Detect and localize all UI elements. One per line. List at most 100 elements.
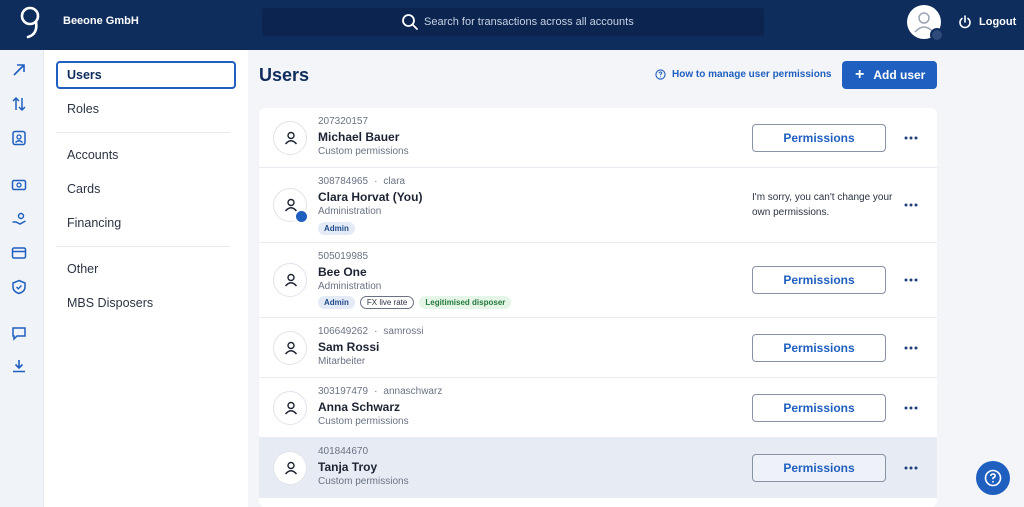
add-user-label: Add user [873, 68, 926, 82]
main-content: Users How to manage user permissions + A… [248, 50, 1024, 507]
legitimised-disposer-badge: Legitimised disposer [419, 296, 512, 309]
user-id: 308784965 [318, 176, 369, 187]
user-id: 207320157 [318, 116, 369, 127]
admin-badge: Admin [318, 222, 355, 235]
search-input[interactable]: Search for transactions across all accou… [262, 8, 764, 36]
nav-item-financing[interactable]: Financing [56, 209, 236, 237]
question-circle-icon [655, 69, 666, 80]
user-role: Custom permissions [318, 476, 409, 487]
cards-icon[interactable] [11, 245, 27, 261]
user-avatar [273, 188, 309, 224]
user-name: Michael Bauer [318, 130, 400, 144]
chat-icon[interactable] [11, 325, 27, 341]
user-meta: 401844670 [318, 446, 368, 457]
current-user-badge-icon [294, 209, 309, 224]
nav-divider [56, 132, 230, 133]
icon-rail [0, 50, 44, 507]
more-options-icon[interactable] [904, 275, 918, 285]
nav-item-cards[interactable]: Cards [56, 175, 236, 203]
user-username: annaschwarz [383, 386, 443, 397]
help-link-label: How to manage user permissions [672, 69, 832, 80]
user-meta: 308784965 · clara [318, 176, 406, 187]
user-id: 106649262 [318, 326, 369, 337]
search-placeholder: Search for transactions across all accou… [424, 16, 634, 28]
nav-item-other[interactable]: Other [56, 255, 236, 283]
help-link[interactable]: How to manage user permissions [655, 69, 832, 80]
swap-arrows-icon[interactable] [11, 96, 27, 112]
user-meta: 505019985 [318, 251, 368, 262]
hand-coins-icon[interactable] [11, 211, 27, 227]
user-id: 401844670 [318, 446, 369, 457]
user-username: clara [383, 176, 406, 187]
top-bar: Beeone GmbH Search for transactions acro… [0, 0, 1024, 50]
permissions-button[interactable]: Permissions [752, 124, 886, 152]
settings-badge-icon [930, 28, 944, 42]
user-icon [284, 401, 298, 415]
user-icon [284, 273, 298, 287]
more-options-icon[interactable] [904, 403, 918, 413]
permissions-button[interactable]: Permissions [752, 454, 886, 482]
user-row[interactable]: 303197479 · annaschwarz Anna Schwarz Custo… [259, 378, 937, 438]
user-tags: Admin FX live rate Legitimised disposer [318, 296, 516, 309]
user-name: Tanja Troy [318, 460, 378, 474]
more-options-icon[interactable] [904, 133, 918, 143]
user-row[interactable]: 207320157 Michael Bauer Custom permissio… [259, 108, 937, 168]
page-title: Users [259, 65, 310, 85]
user-role: Mitarbeiter [318, 356, 366, 367]
user-avatar [273, 391, 307, 425]
user-icon [284, 461, 298, 475]
plus-icon: + [855, 66, 865, 83]
profile-avatar[interactable] [907, 5, 944, 42]
user-meta: 106649262 · samrossi [318, 326, 424, 337]
banknote-icon[interactable] [11, 177, 27, 193]
user-meta: 303197479 · annaschwarz [318, 386, 443, 397]
user-row[interactable]: 106649262 · samrossi Sam Rossi Mitarbeiter… [259, 318, 937, 378]
permissions-note: I'm sorry, you can't change your own per… [752, 192, 893, 218]
search-icon [402, 14, 418, 30]
user-tags: Admin [318, 222, 360, 235]
user-row[interactable]: 308784965 · clara Clara Horvat (You) Admin… [259, 168, 937, 243]
user-name: Sam Rossi [318, 340, 380, 354]
user-role: Administration [318, 206, 382, 217]
user-avatar [273, 451, 307, 485]
user-icon [284, 131, 298, 145]
shield-icon[interactable] [11, 279, 27, 295]
admin-badge: Admin [318, 296, 355, 309]
user-row[interactable]: 401844670 Tanja Troy Custom permissions … [259, 438, 937, 498]
contact-card-icon[interactable] [11, 130, 27, 146]
user-name: Clara Horvat (You) [318, 190, 423, 204]
download-icon[interactable] [11, 358, 27, 374]
nav-item-roles[interactable]: Roles [56, 95, 236, 123]
user-name: Anna Schwarz [318, 400, 401, 414]
user-id: 505019985 [318, 251, 369, 262]
question-circle-icon [984, 469, 1002, 487]
power-icon [959, 15, 971, 29]
user-role: Custom permissions [318, 416, 409, 427]
more-options-icon[interactable] [904, 463, 918, 473]
fx-live-rate-badge: FX live rate [359, 296, 415, 309]
permissions-button[interactable]: Permissions [752, 394, 886, 422]
permissions-button[interactable]: Permissions [752, 334, 886, 362]
logout-label: Logout [979, 16, 1017, 28]
more-options-icon[interactable] [904, 200, 918, 210]
company-name: Beeone GmbH [63, 15, 139, 27]
nav-item-mbs-disposers[interactable]: MBS Disposers [56, 289, 236, 317]
user-row[interactable]: 505019985 Bee One Administration Admin F… [259, 243, 937, 318]
help-button[interactable] [976, 461, 1010, 495]
nav-item-users[interactable]: Users [56, 61, 236, 89]
user-avatar [273, 121, 307, 155]
user-icon [284, 341, 298, 355]
user-name: Bee One [318, 265, 367, 279]
logout-button[interactable]: Logout [958, 14, 1016, 30]
user-id: 303197479 [318, 386, 369, 397]
arrow-up-right-icon[interactable] [11, 62, 27, 78]
user-avatar [273, 331, 307, 365]
user-avatar [273, 263, 307, 297]
add-user-button[interactable]: + Add user [842, 61, 937, 89]
beeone-logo-icon[interactable] [18, 6, 42, 40]
nav-item-accounts[interactable]: Accounts [56, 141, 236, 169]
permissions-button[interactable]: Permissions [752, 266, 886, 294]
more-options-icon[interactable] [904, 343, 918, 353]
user-role: Administration [318, 281, 382, 292]
users-list: 207320157 Michael Bauer Custom permissio… [259, 108, 937, 507]
